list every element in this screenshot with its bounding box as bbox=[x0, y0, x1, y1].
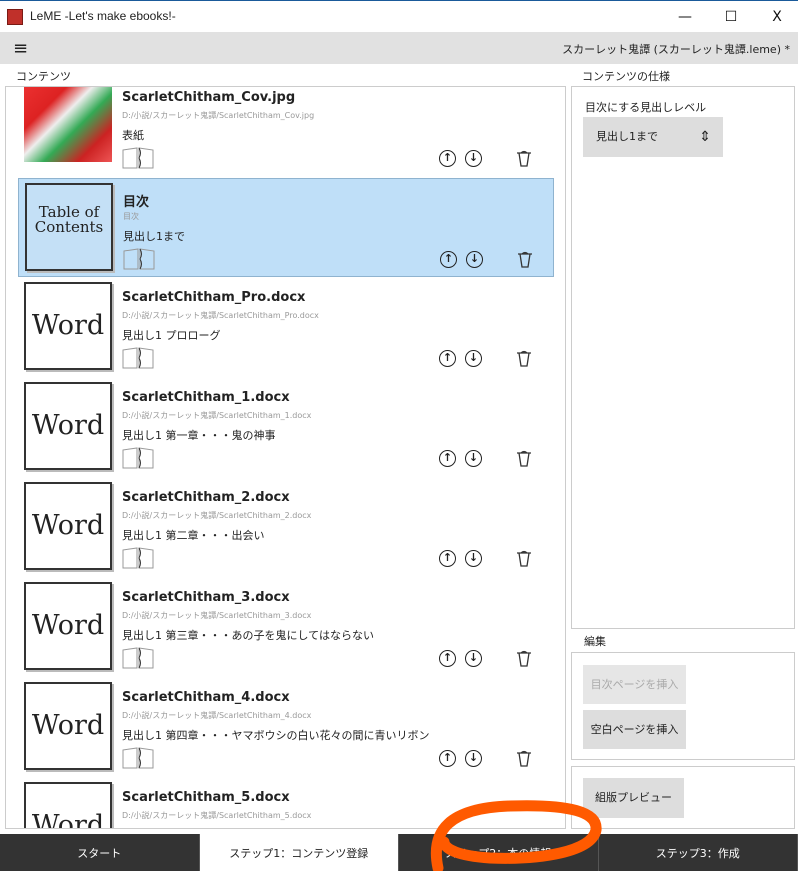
cover-thumbnail bbox=[24, 86, 112, 162]
move-up-icon[interactable]: ↑ bbox=[440, 251, 457, 268]
trash-icon[interactable] bbox=[517, 251, 533, 268]
step-bar: スタートステップ1：コンテンツ登録ステップ2：本の情報ステップ3：作成 bbox=[0, 834, 798, 871]
word-thumbnail: Word bbox=[24, 482, 112, 570]
item-path: D:/小説/スカーレット鬼譚/ScarletChitham_Cov.jpg bbox=[122, 110, 314, 121]
item-heading: 見出し1 第一章・・・鬼の神事 bbox=[122, 427, 276, 443]
minimize-button[interactable]: — bbox=[670, 5, 700, 29]
item-heading: 見出し1 プロローグ bbox=[122, 327, 221, 343]
move-down-icon[interactable]: ↓ bbox=[466, 251, 483, 268]
toc-thumbnail: Table of Contents bbox=[25, 183, 113, 271]
item-name: 目次 bbox=[123, 191, 149, 210]
item-name: ScarletChitham_5.docx bbox=[122, 790, 290, 805]
hamburger-menu-icon[interactable]: ≡ bbox=[13, 38, 28, 59]
move-up-icon[interactable]: ↑ bbox=[439, 650, 456, 667]
word-thumbnail: Word bbox=[24, 382, 112, 470]
word-thumbnail: Word bbox=[24, 582, 112, 670]
move-up-icon[interactable]: ↑ bbox=[439, 150, 456, 167]
edit-panel: 目次ページを挿入 空白ページを挿入 bbox=[571, 652, 795, 760]
item-heading: 見出し1 第四章・・・ヤマボウシの白い花々の間に青いリボン bbox=[122, 727, 430, 743]
list-item[interactable]: Word ScarletChitham_3.docx D:/小説/スカーレット鬼… bbox=[18, 578, 554, 677]
item-heading: 見出し1 第二章・・・出会い bbox=[122, 527, 265, 543]
move-down-icon[interactable]: ↓ bbox=[465, 550, 482, 567]
list-item[interactable]: Word ScarletChitham_4.docx D:/小説/スカーレット鬼… bbox=[18, 678, 554, 777]
updown-chevron-icon: ⇕ bbox=[699, 117, 711, 157]
step-tab-0[interactable]: スタート bbox=[0, 834, 200, 871]
trash-icon[interactable] bbox=[516, 650, 532, 667]
contents-label: コンテンツ bbox=[16, 68, 71, 84]
item-heading: 見出し1 第三章・・・あの子を鬼にしてはならない bbox=[122, 627, 374, 643]
trash-icon[interactable] bbox=[516, 750, 532, 767]
item-name: ScarletChitham_Cov.jpg bbox=[122, 90, 295, 105]
move-down-icon[interactable]: ↓ bbox=[465, 450, 482, 467]
toolbar: ≡ スカーレット鬼譚 (スカーレット鬼譚.leme) * bbox=[0, 32, 798, 64]
item-name: ScarletChitham_Pro.docx bbox=[122, 290, 305, 305]
list-item[interactable]: Table of Contents 目次 目次 見出し1まで ↑ ↓ bbox=[18, 178, 554, 277]
item-name: ScarletChitham_2.docx bbox=[122, 490, 290, 505]
open-book-icon[interactable] bbox=[122, 547, 154, 569]
annotation-circle bbox=[420, 790, 610, 871]
open-book-icon[interactable] bbox=[122, 447, 154, 469]
open-book-icon[interactable] bbox=[123, 248, 155, 270]
insert-blank-button[interactable]: 空白ページを挿入 bbox=[583, 710, 686, 749]
open-book-icon[interactable] bbox=[122, 647, 154, 669]
insert-toc-button[interactable]: 目次ページを挿入 bbox=[583, 665, 686, 704]
list-item[interactable]: ScarletChitham_Cov.jpg D:/小説/スカーレット鬼譚/Sc… bbox=[18, 86, 554, 177]
step-tab-1[interactable]: ステップ1：コンテンツ登録 bbox=[200, 834, 400, 871]
spec-panel: 目次にする見出しレベル 見出し1まで ⇕ bbox=[571, 86, 795, 629]
list-item[interactable]: Word ScarletChitham_1.docx D:/小説/スカーレット鬼… bbox=[18, 378, 554, 477]
open-book-icon[interactable] bbox=[122, 347, 154, 369]
item-path: 目次 bbox=[123, 211, 139, 222]
move-up-icon[interactable]: ↑ bbox=[439, 350, 456, 367]
item-heading: 表紙 bbox=[122, 127, 144, 143]
toc-level-select[interactable]: 見出し1まで ⇕ bbox=[583, 117, 723, 157]
move-down-icon[interactable]: ↓ bbox=[465, 750, 482, 767]
contents-list[interactable]: ScarletChitham_Cov.jpg D:/小説/スカーレット鬼譚/Sc… bbox=[5, 86, 566, 829]
maximize-button[interactable]: ☐ bbox=[716, 5, 746, 29]
spec-label: コンテンツの仕様 bbox=[582, 68, 670, 84]
move-down-icon[interactable]: ↓ bbox=[465, 350, 482, 367]
move-up-icon[interactable]: ↑ bbox=[439, 550, 456, 567]
trash-icon[interactable] bbox=[516, 150, 532, 167]
word-thumbnail: Word bbox=[24, 682, 112, 770]
title-bar: LeME -Let's make ebooks!- — ☐ X bbox=[0, 0, 798, 32]
toc-level-value: 見出し1まで bbox=[596, 130, 658, 143]
item-name: ScarletChitham_4.docx bbox=[122, 690, 290, 705]
app-icon bbox=[7, 9, 23, 25]
word-thumbnail: Word bbox=[24, 782, 112, 829]
document-title: スカーレット鬼譚 (スカーレット鬼譚.leme) * bbox=[562, 41, 790, 57]
list-item[interactable]: Word ScarletChitham_Pro.docx D:/小説/スカーレッ… bbox=[18, 278, 554, 377]
item-path: D:/小説/スカーレット鬼譚/ScarletChitham_Pro.docx bbox=[122, 310, 319, 321]
edit-label: 編集 bbox=[584, 633, 606, 649]
word-thumbnail: Word bbox=[24, 282, 112, 370]
window-title: LeME -Let's make ebooks!- bbox=[30, 9, 176, 23]
trash-icon[interactable] bbox=[516, 350, 532, 367]
open-book-icon[interactable] bbox=[122, 747, 154, 769]
trash-icon[interactable] bbox=[516, 450, 532, 467]
list-item[interactable]: Word ScarletChitham_2.docx D:/小説/スカーレット鬼… bbox=[18, 478, 554, 577]
item-path: D:/小説/スカーレット鬼譚/ScarletChitham_5.docx bbox=[122, 810, 311, 821]
close-button[interactable]: X bbox=[762, 5, 792, 29]
item-path: D:/小説/スカーレット鬼譚/ScarletChitham_4.docx bbox=[122, 710, 311, 721]
item-path: D:/小説/スカーレット鬼譚/ScarletChitham_3.docx bbox=[122, 610, 311, 621]
trash-icon[interactable] bbox=[516, 550, 532, 567]
move-up-icon[interactable]: ↑ bbox=[439, 750, 456, 767]
move-up-icon[interactable]: ↑ bbox=[439, 450, 456, 467]
item-path: D:/小説/スカーレット鬼譚/ScarletChitham_1.docx bbox=[122, 410, 311, 421]
item-path: D:/小説/スカーレット鬼譚/ScarletChitham_2.docx bbox=[122, 510, 311, 521]
item-heading: 見出し1まで bbox=[123, 228, 185, 244]
item-name: ScarletChitham_3.docx bbox=[122, 590, 290, 605]
step-tab-3[interactable]: ステップ3：作成 bbox=[599, 834, 798, 871]
move-down-icon[interactable]: ↓ bbox=[465, 150, 482, 167]
toc-level-label: 目次にする見出しレベル bbox=[585, 99, 706, 115]
move-down-icon[interactable]: ↓ bbox=[465, 650, 482, 667]
open-book-icon[interactable] bbox=[122, 147, 154, 169]
item-name: ScarletChitham_1.docx bbox=[122, 390, 290, 405]
